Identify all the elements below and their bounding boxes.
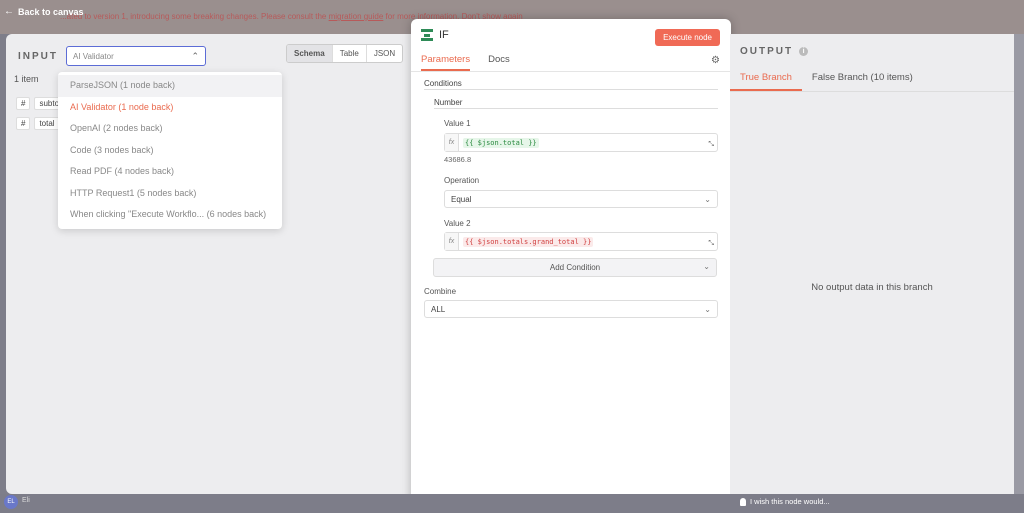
add-condition-button[interactable]: Add Condition ⌄ [433,258,717,277]
divider [411,71,731,72]
chevron-up-icon: ⌃ [191,50,199,61]
value1-result: 43686.8 [444,155,472,164]
tab-schema[interactable]: Schema [287,45,333,62]
number-label: Number [434,98,463,107]
node-select-dropdown: ParseJSON (1 node back) AI Validator (1 … [58,72,282,229]
expand-icon[interactable]: ⤡ [708,141,714,149]
dropdown-option[interactable]: Code (3 nodes back) [58,140,282,162]
value2-label: Value 2 [444,219,471,228]
number-type-icon: # [16,97,31,110]
dropdown-option[interactable]: Read PDF (4 nodes back) [58,161,282,183]
tab-false-branch[interactable]: False Branch (10 items) [802,70,923,91]
divider [424,89,718,90]
input-node-select[interactable]: AI Validator ⌃ [66,46,206,66]
value1-label: Value 1 [444,119,471,128]
view-mode-tabs: Schema Table JSON [286,44,404,63]
chevron-down-icon: ⌄ [703,262,710,271]
node-settings-panel: IF Execute node Parameters Docs ⚙ Condit… [411,19,731,508]
dropdown-option[interactable]: HTTP Request1 (5 nodes back) [58,183,282,205]
value2-expression: {{ $json.totals.grand_total }} [463,236,594,247]
value1-expression: {{ $json.total }} [463,137,539,148]
output-panel: OUTPUT i True Branch False Branch (10 it… [730,34,1014,494]
user-name: Eli [22,497,30,504]
bottom-bar [0,494,1024,513]
fx-icon: fx [445,233,459,250]
dropdown-option[interactable]: ParseJSON (1 node back) [58,75,282,97]
tab-json[interactable]: JSON [367,45,402,62]
combine-select[interactable]: ALL ⌄ [424,300,718,318]
dropdown-option[interactable]: AI Validator (1 node back) [58,97,282,119]
value1-expression-input[interactable]: fx {{ $json.total }} ⤡ [444,133,718,152]
migration-guide-link[interactable]: migration guide [329,12,384,21]
gear-icon[interactable]: ⚙ [711,55,720,66]
tab-docs[interactable]: Docs [488,54,510,71]
lightbulb-icon [740,497,746,506]
node-title[interactable]: IF [439,29,449,41]
chevron-down-icon: ⌄ [704,194,711,204]
chevron-down-icon: ⌄ [704,304,711,314]
dropdown-option[interactable]: OpenAI (2 nodes back) [58,118,282,140]
dropdown-option[interactable]: When clicking "Execute Workflo... (6 nod… [58,204,282,226]
number-type-icon: # [16,117,31,130]
item-count: 1 item [14,74,39,84]
if-node-icon [421,29,433,41]
canvas-edge [1014,34,1024,513]
operation-select[interactable]: Equal ⌄ [444,190,718,208]
avatar[interactable]: EL [4,495,18,509]
tab-table[interactable]: Table [333,45,367,62]
combine-label: Combine [424,287,457,296]
back-to-canvas-link[interactable]: ← Back to canvas [4,6,84,17]
operation-label: Operation [444,176,480,185]
fx-icon: fx [445,134,459,151]
divider [434,108,718,109]
output-title: OUTPUT [740,46,794,57]
info-icon[interactable]: i [799,47,809,56]
value2-expression-input[interactable]: fx {{ $json.totals.grand_total }} ⤡ [444,232,718,251]
expand-icon[interactable]: ⤡ [708,240,714,248]
empty-output-message: No output data in this branch [811,282,933,293]
conditions-label: Conditions [424,79,462,88]
tab-parameters[interactable]: Parameters [421,54,471,71]
tab-true-branch[interactable]: True Branch [730,70,802,91]
execute-node-button[interactable]: Execute node [655,29,720,46]
feedback-link[interactable]: I wish this node would... [740,497,830,506]
arrow-left-icon: ← [4,6,14,17]
input-title: INPUT [18,50,58,62]
